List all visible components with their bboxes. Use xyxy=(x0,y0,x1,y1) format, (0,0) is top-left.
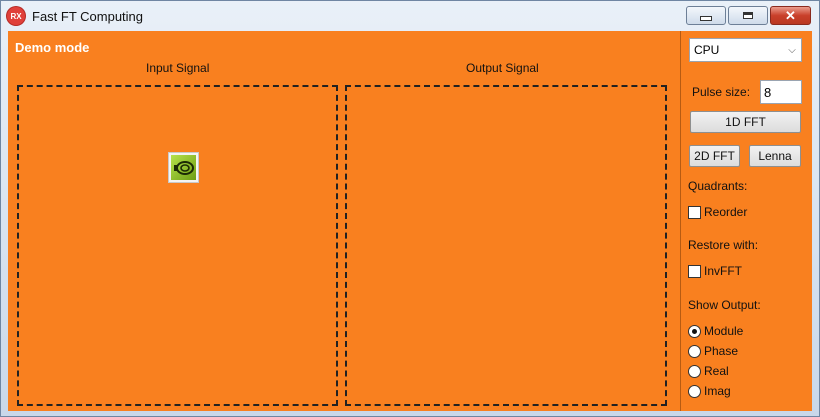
input-signal-panel[interactable] xyxy=(17,85,338,406)
radio-real-label: Real xyxy=(704,364,729,378)
pulse-size-label: Pulse size: xyxy=(692,85,751,99)
radio-phase[interactable] xyxy=(688,344,701,358)
radio-imag[interactable] xyxy=(688,384,701,398)
radio-module-row[interactable]: Module xyxy=(688,324,743,338)
quadrants-label: Quadrants: xyxy=(688,179,748,193)
input-signal-label: Input Signal xyxy=(146,61,210,75)
demo-mode-label: Demo mode xyxy=(15,40,90,55)
chevron-down-icon: ⌵ xyxy=(788,44,796,56)
pulse-size-input[interactable] xyxy=(760,80,802,104)
maximize-button[interactable] xyxy=(728,6,768,25)
minimize-button[interactable] xyxy=(686,6,726,25)
device-dropdown[interactable]: CPU ⌵ xyxy=(689,38,802,62)
reorder-checkbox-row[interactable]: Reorder xyxy=(688,205,747,219)
minimize-icon xyxy=(700,16,712,21)
lenna-button[interactable]: Lenna xyxy=(749,145,801,167)
signal-area: Demo mode Input Signal Output Signal xyxy=(8,31,680,411)
radio-selected-dot xyxy=(692,328,697,334)
invfft-label: InvFFT xyxy=(704,264,742,278)
fft-2d-button[interactable]: 2D FFT xyxy=(689,145,740,167)
app-window: RX Fast FT Computing ✕ Demo mode Input S… xyxy=(0,0,820,417)
output-signal-panel[interactable] xyxy=(345,85,667,406)
title-bar[interactable]: RX Fast FT Computing ✕ xyxy=(1,1,819,31)
radio-phase-label: Phase xyxy=(704,344,739,358)
restore-with-label: Restore with: xyxy=(688,238,759,252)
control-panel: CPU ⌵ Pulse size: 1D FFT 2D FFT Lenna Qu… xyxy=(680,31,812,411)
invfft-checkbox[interactable] xyxy=(688,264,701,278)
close-button[interactable]: ✕ xyxy=(770,6,811,25)
reorder-label: Reorder xyxy=(704,205,748,219)
app-icon[interactable]: RX xyxy=(7,7,25,25)
radio-module-label: Module xyxy=(704,324,744,338)
close-icon: ✕ xyxy=(785,8,796,23)
window-title: Fast FT Computing xyxy=(32,9,144,24)
radio-real-row[interactable]: Real xyxy=(688,364,729,378)
radio-imag-row[interactable]: Imag xyxy=(688,384,731,398)
invfft-checkbox-row[interactable]: InvFFT xyxy=(688,264,742,278)
show-output-label: Show Output: xyxy=(688,298,761,312)
radio-module[interactable] xyxy=(688,324,701,338)
fft-1d-button[interactable]: 1D FFT xyxy=(690,111,801,133)
reorder-checkbox[interactable] xyxy=(688,205,701,219)
device-selected-value: CPU xyxy=(694,43,720,57)
radio-real[interactable] xyxy=(688,364,701,378)
maximize-icon xyxy=(743,12,753,19)
radio-imag-label: Imag xyxy=(704,384,731,398)
nvidia-logo-icon xyxy=(168,152,199,183)
output-signal-label: Output Signal xyxy=(466,61,539,75)
radio-phase-row[interactable]: Phase xyxy=(688,344,738,358)
client-area: Demo mode Input Signal Output Signal CPU… xyxy=(8,31,812,411)
